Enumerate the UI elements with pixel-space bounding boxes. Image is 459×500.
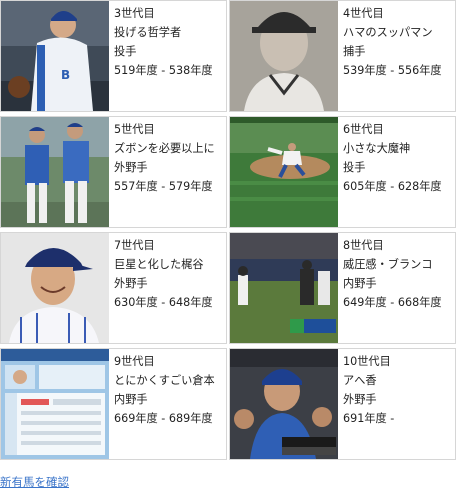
generation-label: 8世代目 [343,239,384,252]
years: 519年度 - 538年度 [114,64,213,77]
card-info: 5世代目 ズボンを必要以上に 外野手 557年度 - 579年度 [114,120,224,196]
card-info: 7世代目 巨星と化した梶谷 外野手 630年度 - 648年度 [114,236,224,312]
position: 外野手 [343,393,377,406]
pitching-field-photo[interactable] [230,117,338,227]
outfielder-portrait-photo[interactable] [1,233,109,343]
svg-text:B: B [61,68,70,82]
confirm-new-arima-link[interactable]: 新有馬を確認 [0,474,69,490]
two-players-photo[interactable] [1,117,109,227]
nickname: とにかくすごい倉本 [114,374,215,387]
position: 内野手 [343,277,377,290]
generation-card[interactable]: 10世代目 アへ香 外野手 691年度 - [229,348,456,460]
years: 557年度 - 579年度 [114,180,213,193]
position: 捕手 [343,45,366,58]
generation-card[interactable]: 7世代目 巨星と化した梶谷 外野手 630年度 - 648年度 [0,232,227,344]
generation-label: 9世代目 [114,355,155,368]
generation-card[interactable]: 8世代目 威圧感・ブランコ 内野手 649年度 - 668年度 [229,232,456,344]
nickname: ハマのスッパマン [343,26,433,39]
game-screen-image[interactable] [1,349,109,459]
position: 外野手 [114,277,148,290]
pitcher-photo[interactable]: B [1,1,109,111]
years: 691年度 - [343,412,395,425]
card-info: 10世代目 アへ香 外野手 691年度 - [343,352,453,428]
card-info: 9世代目 とにかくすごい倉本 内野手 669年度 - 689年度 [114,352,224,428]
generation-card[interactable]: 9世代目 とにかくすごい倉本 内野手 669年度 - 689年度 [0,348,227,460]
nickname: 小さな大魔神 [343,142,411,155]
card-info: 3世代目 投げる哲学者 投手 519年度 - 538年度 [114,4,224,80]
nickname: アへ香 [343,374,377,387]
generation-label: 7世代目 [114,239,155,252]
generation-card[interactable]: B 3世代目 投げる哲学者 投手 519年度 - 538年度 [0,0,227,112]
batting-game-photo[interactable] [230,233,338,343]
generation-card[interactable]: 5世代目 ズボンを必要以上に 外野手 557年度 - 579年度 [0,116,227,228]
card-info: 4世代目 ハマのスッパマン 捕手 539年度 - 556年度 [343,4,453,80]
dugout-photo[interactable] [230,349,338,459]
years: 539年度 - 556年度 [343,64,442,77]
generation-label: 4世代目 [343,7,384,20]
years: 669年度 - 689年度 [114,412,213,425]
years: 630年度 - 648年度 [114,296,213,309]
generation-card[interactable]: 6世代目 小さな大魔神 投手 605年度 - 628年度 [229,116,456,228]
years: 649年度 - 668年度 [343,296,442,309]
nickname: ズボンを必要以上に [114,142,215,155]
nickname: 投げる哲学者 [114,26,182,39]
nickname: 威圧感・ブランコ [343,258,433,271]
card-info: 8世代目 威圧感・ブランコ 内野手 649年度 - 668年度 [343,236,453,312]
years: 605年度 - 628年度 [343,180,442,193]
generation-label: 10世代目 [343,355,391,368]
card-info: 6世代目 小さな大魔神 投手 605年度 - 628年度 [343,120,453,196]
generation-label: 6世代目 [343,123,384,136]
position: 投手 [343,161,366,174]
position: 投手 [114,45,137,58]
generation-card[interactable]: 4世代目 ハマのスッパマン 捕手 539年度 - 556年度 [229,0,456,112]
generation-label: 3世代目 [114,7,155,20]
position: 外野手 [114,161,148,174]
generation-label: 5世代目 [114,123,155,136]
nickname: 巨星と化した梶谷 [114,258,204,271]
position: 内野手 [114,393,148,406]
catcher-portrait-photo[interactable] [230,1,338,111]
